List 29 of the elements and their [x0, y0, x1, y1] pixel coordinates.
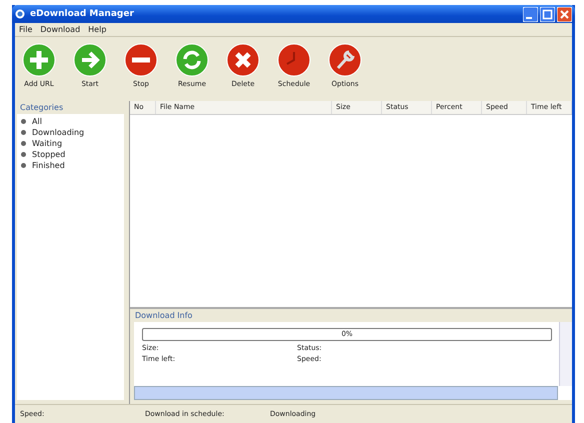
category-item[interactable]: Downloading — [32, 128, 84, 137]
category-item[interactable]: Finished — [32, 161, 65, 170]
horizontal-scrollbar[interactable] — [134, 386, 558, 400]
clock-icon — [277, 43, 311, 77]
refresh-icon — [175, 43, 209, 77]
panel-title: Download Info — [134, 310, 194, 322]
category-item[interactable]: All — [32, 117, 42, 126]
close-button[interactable] — [557, 6, 572, 22]
plus-icon — [22, 43, 56, 77]
category-item[interactable]: Stopped — [32, 150, 66, 159]
cross-icon — [226, 43, 260, 77]
minus-icon — [124, 43, 158, 77]
minimize-button[interactable] — [523, 6, 538, 22]
bullet-icon — [21, 141, 26, 146]
maximize-button[interactable] — [540, 6, 555, 22]
bullet-icon — [21, 130, 26, 135]
menu-item[interactable]: Download — [40, 25, 80, 34]
category-item[interactable]: Waiting — [32, 139, 62, 148]
panel-title: Categories — [19, 102, 64, 114]
menu-item[interactable]: File — [19, 25, 32, 34]
menu-item[interactable]: Help — [88, 25, 106, 34]
arrow-right-icon — [73, 43, 107, 77]
vertical-scrollbar[interactable] — [559, 322, 572, 386]
app-icon — [15, 9, 25, 19]
window-title: eDownload Manager — [30, 9, 135, 19]
bullet-icon — [21, 119, 26, 124]
wrench-icon — [328, 43, 362, 77]
bullet-icon — [21, 152, 26, 157]
bullet-icon — [21, 163, 26, 168]
